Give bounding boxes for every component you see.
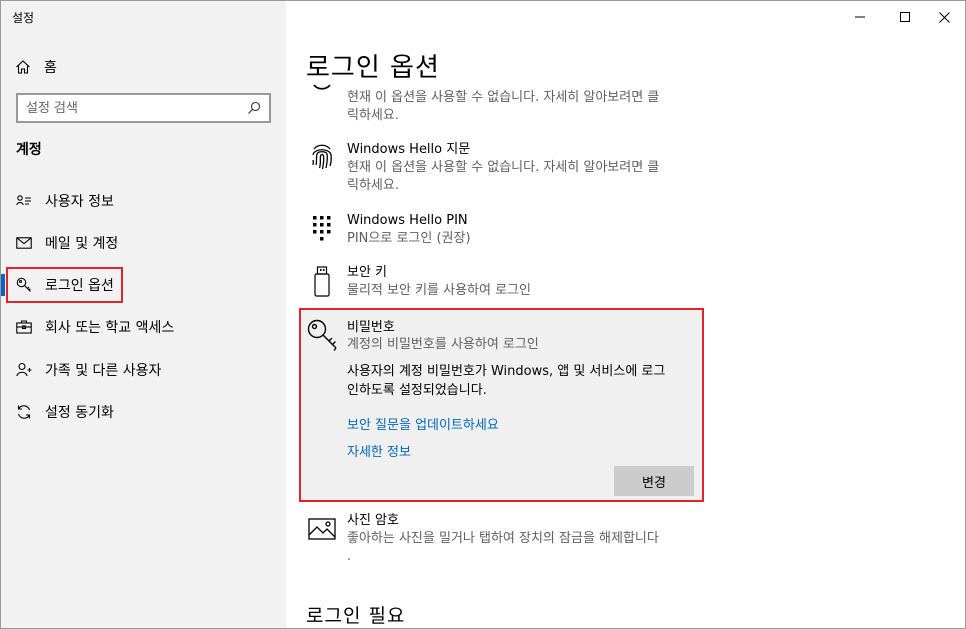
nav-item-label: 가족 및 다른 사용자 — [45, 363, 162, 379]
nav-item-label: 회사 또는 학교 액세스 — [45, 320, 175, 336]
picture-icon — [306, 518, 338, 550]
person-add-icon — [15, 361, 33, 379]
minimize-button[interactable] — [837, 1, 882, 33]
usb-key-icon — [306, 266, 338, 298]
option-face[interactable]: 현재 이 옵션을 사용할 수 없습니다. 자세히 알아보려면 클 릭하세요. — [306, 84, 706, 125]
minimize-icon — [854, 16, 865, 18]
maximize-icon — [899, 12, 910, 22]
sidebar: 설정 홈 계정 사용자 정보 메일 및 계정 — [1, 1, 286, 628]
highlight-box — [6, 267, 123, 303]
status-line: 사용자의 계정 비밀번호가 Windows, 앱 및 서비스에 로그 — [347, 364, 666, 379]
nav-item-family-users[interactable]: 가족 및 다른 사용자 — [1, 350, 286, 390]
option-desc: 현재 이 옵션을 사용할 수 없습니다. 자세히 알아보려면 클 — [347, 90, 660, 105]
nav-item-email-accounts[interactable]: 메일 및 계정 — [1, 223, 286, 263]
option-pin[interactable]: Windows Hello PIN PIN으로 로그인 (권장) — [306, 212, 706, 252]
search-icon[interactable] — [243, 97, 265, 119]
more-info-link[interactable]: 자세한 정보 — [347, 441, 411, 460]
nav-item-label: 사용자 정보 — [45, 194, 114, 210]
option-desc: 릭하세요. — [347, 108, 399, 123]
active-indicator — [1, 274, 5, 296]
home-link[interactable]: 홈 — [14, 56, 57, 78]
option-password-expanded[interactable]: 비밀번호 계정의 비밀번호를 사용하여 로그인 사용자의 계정 비밀번호가 Wi… — [299, 308, 704, 502]
key-icon — [307, 319, 339, 353]
option-desc: 릭하세요. — [347, 178, 399, 193]
nav-item-label: 설정 동기화 — [45, 405, 114, 421]
home-icon — [14, 58, 32, 76]
home-label: 홈 — [44, 60, 57, 76]
nav-item-work-school[interactable]: 회사 또는 학교 액세스 — [1, 307, 286, 347]
page-title: 로그인 옵션 — [306, 53, 440, 83]
password-status-text: 사용자의 계정 비밀번호가 Windows, 앱 및 서비스에 로그 인하도록 … — [347, 362, 697, 400]
briefcase-icon — [15, 318, 33, 336]
nav-item-your-info[interactable]: 사용자 정보 — [1, 181, 286, 221]
nav-item-label: 메일 및 계정 — [45, 236, 119, 252]
section-heading-accounts: 계정 — [16, 142, 42, 158]
nav-item-sync-settings[interactable]: 설정 동기화 — [1, 392, 286, 432]
option-name: Windows Hello PIN — [347, 213, 468, 228]
option-name: 비밀번호 — [347, 320, 395, 335]
person-card-icon — [15, 192, 33, 210]
option-desc: 물리적 보안 키를 사용하여 로그인 — [347, 283, 531, 298]
close-button[interactable] — [922, 1, 965, 33]
sync-icon — [15, 403, 33, 421]
close-icon — [939, 11, 950, 23]
face-icon — [306, 83, 338, 115]
maximize-button[interactable] — [882, 1, 927, 33]
search-input[interactable] — [18, 100, 243, 116]
change-button[interactable]: 변경 — [614, 466, 694, 496]
option-fingerprint[interactable]: Windows Hello 지문 현재 이 옵션을 사용할 수 없습니다. 자세… — [306, 141, 706, 197]
status-line: 인하도록 설정되었습니다. — [347, 383, 487, 398]
option-desc: 현재 이 옵션을 사용할 수 없습니다. 자세히 알아보려면 클 — [347, 160, 660, 175]
search-box[interactable] — [16, 93, 271, 123]
option-picture-password[interactable]: 사진 암호 좋아하는 사진을 밀거나 탭하여 장치의 잠금을 해제합니다 . — [306, 512, 706, 568]
option-security-key[interactable]: 보안 키 물리적 보안 키를 사용하여 로그인 — [306, 264, 706, 304]
mail-icon — [15, 234, 33, 252]
settings-window: 설정 홈 계정 사용자 정보 메일 및 계정 — [0, 0, 966, 629]
section-heading-require-signin: 로그인 필요 — [306, 605, 406, 627]
update-security-questions-link[interactable]: 보안 질문을 업데이트하세요 — [347, 414, 499, 433]
option-desc: . — [347, 549, 352, 564]
option-name: 사진 암호 — [347, 513, 399, 528]
fingerprint-icon — [306, 143, 338, 175]
option-name: 보안 키 — [347, 265, 388, 280]
option-desc: 좋아하는 사진을 밀거나 탭하여 장치의 잠금을 해제합니다 — [347, 531, 659, 546]
option-name: Windows Hello 지문 — [347, 142, 471, 157]
option-desc: PIN으로 로그인 (권장) — [347, 231, 471, 246]
pin-pad-icon — [306, 214, 338, 246]
window-title: 설정 — [12, 11, 35, 25]
option-desc: 계정의 비밀번호를 사용하여 로그인 — [347, 337, 539, 352]
